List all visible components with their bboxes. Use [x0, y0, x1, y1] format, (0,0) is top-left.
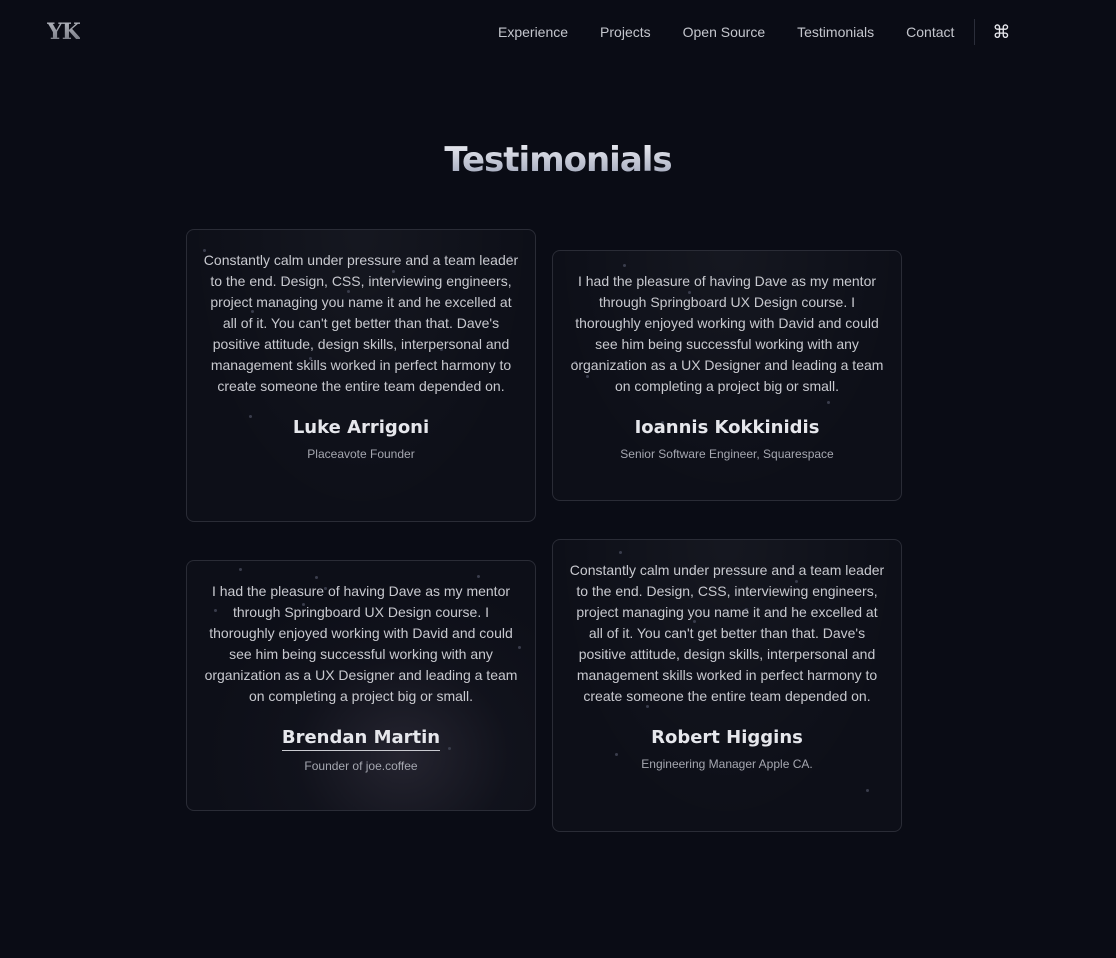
- nav-experience[interactable]: Experience: [482, 14, 584, 50]
- testimonial-author[interactable]: Ioannis Kokkinidis: [635, 417, 820, 439]
- testimonial-author[interactable]: Brendan Martin: [281, 727, 441, 751]
- testimonial-quote: I had the pleasure of having Dave as my …: [570, 273, 884, 394]
- testimonial-quote: Constantly calm under pressure and a tea…: [569, 562, 885, 704]
- main-nav: Experience Projects Open Source Testimon…: [482, 14, 1017, 50]
- command-key-icon[interactable]: ⌘: [985, 16, 1017, 48]
- testimonial-role: Placeavote Founder: [307, 447, 415, 461]
- testimonial-quote: I had the pleasure of having Dave as my …: [204, 583, 518, 704]
- testimonial-role: Senior Software Engineer, Squarespace: [620, 447, 834, 461]
- testimonial-author[interactable]: Luke Arrigoni: [293, 417, 429, 439]
- testimonial-card: Constantly calm under pressure and a tea…: [552, 539, 902, 832]
- testimonial-role: Engineering Manager Apple CA.: [641, 757, 813, 771]
- testimonial-quote: Constantly calm under pressure and a tea…: [203, 252, 519, 394]
- nav-projects[interactable]: Projects: [584, 14, 667, 50]
- nav-open-source[interactable]: Open Source: [667, 14, 782, 50]
- testimonial-card: Constantly calm under pressure and a tea…: [186, 229, 536, 522]
- nav-divider: [974, 19, 976, 45]
- testimonial-card: I had the pleasure of having Dave as my …: [552, 250, 902, 501]
- nav-contact[interactable]: Contact: [890, 14, 970, 50]
- section-title: Testimonials: [0, 140, 1116, 180]
- nav-testimonials[interactable]: Testimonials: [781, 14, 890, 50]
- testimonial-author[interactable]: Robert Higgins: [651, 727, 803, 749]
- testimonial-card: I had the pleasure of having Dave as my …: [186, 560, 536, 811]
- site-header: YK Experience Projects Open Source Testi…: [0, 0, 1116, 64]
- logo[interactable]: YK: [47, 19, 81, 45]
- testimonial-role: Founder of joe.coffee: [304, 759, 418, 773]
